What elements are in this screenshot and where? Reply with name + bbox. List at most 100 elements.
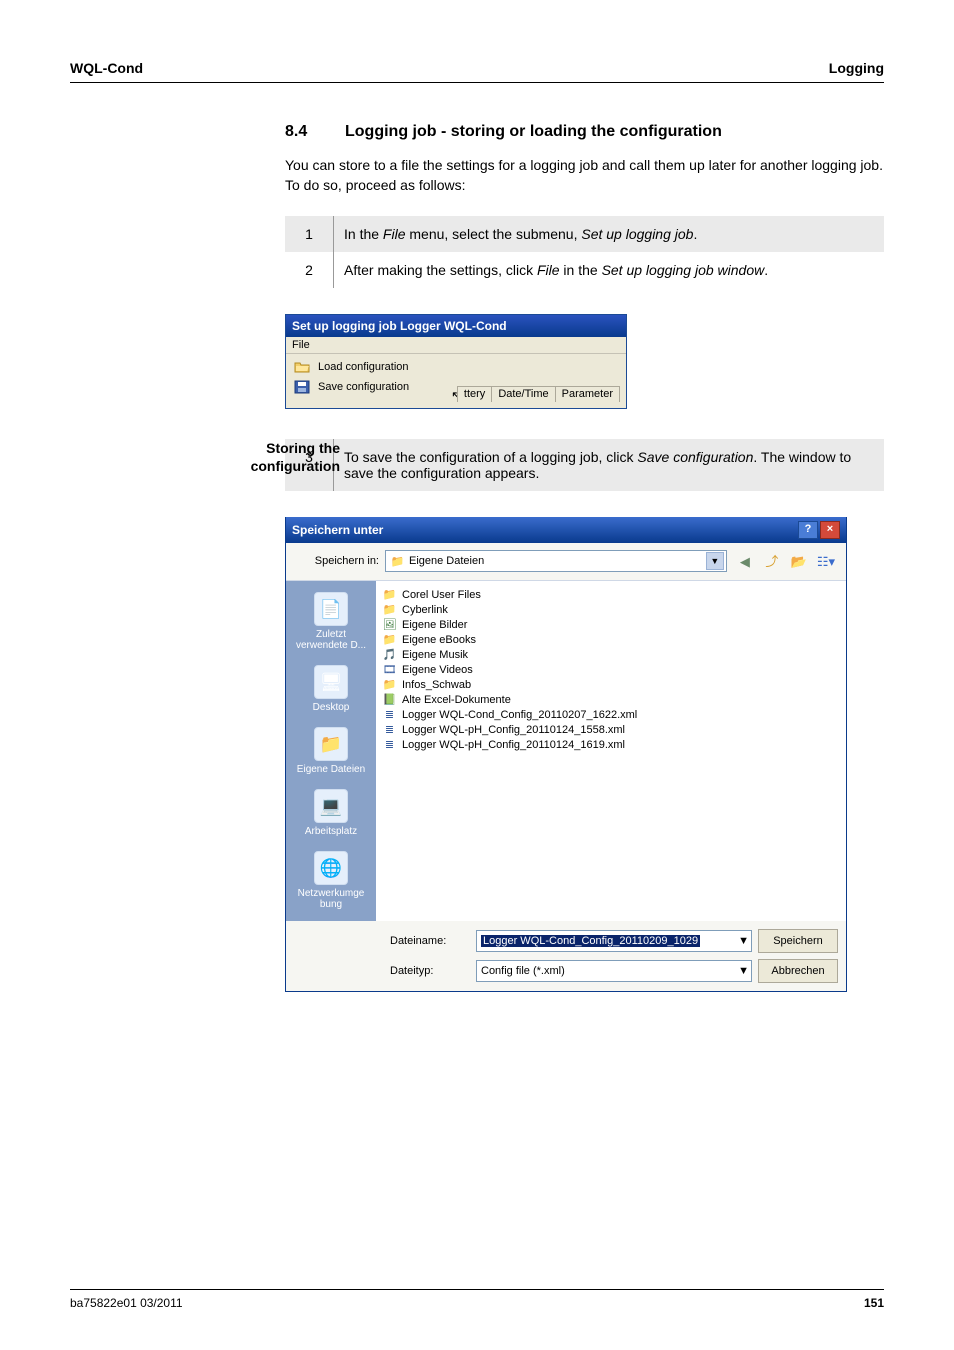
list-item[interactable]: ≣Logger WQL-pH_Config_20110124_1619.xml: [382, 737, 840, 752]
file-name: Alte Excel-Dokumente: [402, 694, 511, 706]
file-name: Eigene Videos: [402, 664, 473, 676]
list-item[interactable]: ≣ Logger WQL-pH_Config_20110124_1558.xml: [382, 722, 840, 737]
excel-folder-icon: 📗: [382, 693, 397, 706]
load-configuration-item[interactable]: Load configuration: [290, 358, 622, 376]
list-item[interactable]: 📁 Corel User Files: [382, 587, 840, 602]
steps-table-b: 3 To save the configuration of a logging…: [285, 439, 884, 491]
file-name: Corel User Files: [402, 589, 481, 601]
folder-icon: 📁: [382, 678, 397, 691]
list-item[interactable]: 🎞 Eigene Videos: [382, 662, 840, 677]
folder-icon: 📁: [382, 588, 397, 601]
file-list-pane[interactable]: 📁 Corel User Files 📁 Cyberlink 🖼Eigene Bil…: [376, 581, 846, 921]
list-item[interactable]: 📁Eigene eBooks: [382, 632, 840, 647]
pictures-folder-icon: 🖼: [382, 618, 397, 631]
step-text-part: In the: [344, 226, 383, 242]
step-text: To save the configuration of a logging j…: [334, 439, 885, 491]
place-recent[interactable]: 📄 Zuletzt verwendete D...: [291, 587, 371, 656]
up-icon[interactable]: ⤴: [760, 549, 784, 573]
section-title-text: Logging job - storing or loading the con…: [345, 123, 722, 140]
menu-bar: File: [286, 337, 626, 354]
folder-icon: 📁: [390, 555, 405, 568]
recent-icon: 📄: [314, 592, 348, 626]
filetype-value: Config file (*.xml): [481, 965, 565, 977]
views-icon[interactable]: ☷▾: [814, 550, 838, 574]
tab-datetime[interactable]: Date/Time: [491, 386, 555, 402]
header-right: Logging: [829, 60, 884, 76]
file-name: Logger WQL-Cond_Config_20110207_1622.xml: [402, 709, 637, 721]
step-text-part: .: [764, 262, 768, 278]
file-name: Infos_Schwab: [402, 679, 471, 691]
file-menu[interactable]: File: [292, 339, 310, 351]
xml-file-icon: ≣: [382, 723, 397, 736]
place-label: Desktop: [292, 702, 370, 713]
tab-parameter[interactable]: Parameter: [555, 386, 620, 402]
step-text-italic: Save configuration: [637, 449, 753, 465]
help-button[interactable]: ?: [798, 521, 818, 539]
chevron-down-icon[interactable]: ▼: [706, 552, 724, 570]
save-button[interactable]: Speichern: [758, 929, 838, 953]
places-bar: 📄 Zuletzt verwendete D... 🖥 Desktop 📁 Ei…: [286, 581, 376, 921]
close-button[interactable]: ×: [820, 521, 840, 539]
step-text: After making the settings, click File in…: [334, 252, 885, 288]
filename-input[interactable]: Logger WQL-Cond_Config_20110209_1029 ▼: [476, 930, 752, 952]
section-heading: 8.4Logging job - storing or loading the …: [285, 123, 884, 141]
folder-icon: 📁: [382, 603, 397, 616]
step-text-italic: Set up logging job window: [602, 262, 765, 278]
lookin-value: Eigene Dateien: [409, 555, 484, 567]
documents-icon: 📁: [314, 727, 348, 761]
place-label: bung: [292, 899, 370, 910]
back-icon[interactable]: ◀: [733, 550, 757, 574]
chevron-down-icon[interactable]: ▼: [738, 935, 749, 947]
step-text-part: After making the settings, click: [344, 262, 537, 278]
folder-open-icon: [294, 360, 310, 374]
lookin-combo[interactable]: 📁 Eigene Dateien ▼: [385, 550, 727, 572]
lookin-label: Speichern in:: [294, 555, 379, 567]
place-label: Eigene Dateien: [292, 764, 370, 775]
xml-file-icon: ≣: [382, 738, 397, 751]
filename-value: Logger WQL-Cond_Config_20110209_1029: [481, 935, 700, 947]
step-text-part: in the: [560, 262, 602, 278]
chevron-down-icon[interactable]: ▼: [738, 965, 749, 977]
side-label-line2: configuration: [251, 458, 340, 474]
place-label: Zuletzt: [292, 629, 370, 640]
step-number: 1: [285, 216, 334, 252]
place-mydocs[interactable]: 📁 Eigene Dateien: [291, 722, 371, 780]
list-item[interactable]: 🖼Eigene Bilder: [382, 617, 840, 632]
list-item[interactable]: 📁 Infos_Schwab: [382, 677, 840, 692]
place-computer[interactable]: 💻 Arbeitsplatz: [291, 784, 371, 842]
file-name: Eigene eBooks: [402, 634, 476, 646]
menu-item-label: Save configuration: [318, 381, 409, 393]
place-network[interactable]: 🌐 Netzwerkumge bung: [291, 846, 371, 915]
step-text: In the File menu, select the submenu, Se…: [334, 216, 885, 252]
computer-icon: 💻: [314, 789, 348, 823]
side-label-line1: Storing the: [266, 440, 340, 456]
logging-job-window: Set up logging job Logger WQL-Cond File …: [285, 314, 627, 409]
new-folder-icon[interactable]: 📂: [787, 550, 811, 574]
footer-left: ba75822e01 03/2011: [70, 1296, 183, 1310]
list-item[interactable]: 🎵 Eigene Musik: [382, 647, 840, 662]
filetype-combo[interactable]: Config file (*.xml) ▼: [476, 960, 752, 982]
file-name: Logger WQL-pH_Config_20110124_1558.xml: [402, 724, 625, 736]
step-text-part: .: [693, 226, 697, 242]
videos-folder-icon: 🎞: [382, 663, 397, 676]
step-text-part: To save the configuration of a logging j…: [344, 449, 637, 465]
step-text-italic: Set up logging job: [581, 226, 693, 242]
place-label: Arbeitsplatz: [292, 826, 370, 837]
place-desktop[interactable]: 🖥 Desktop: [291, 660, 371, 718]
xml-file-icon: ≣: [382, 708, 397, 721]
list-item[interactable]: 📁 Cyberlink: [382, 602, 840, 617]
network-icon: 🌐: [314, 851, 348, 885]
tab-ttery[interactable]: ttery: [457, 386, 492, 402]
window-title: Set up logging job Logger WQL-Cond: [286, 315, 626, 337]
save-dialog: Speichern unter ? × Speichern in: 📁 Eige…: [285, 517, 847, 993]
dialog-title: Speichern unter: [292, 523, 383, 537]
steps-table-a: 1 In the File menu, select the submenu, …: [285, 216, 884, 288]
music-folder-icon: 🎵: [382, 648, 397, 661]
list-item[interactable]: 📗 Alte Excel-Dokumente: [382, 692, 840, 707]
file-name: Cyberlink: [402, 604, 448, 616]
step-text-part: menu, select the submenu,: [405, 226, 581, 242]
list-item[interactable]: ≣ Logger WQL-Cond_Config_20110207_1622.xm…: [382, 707, 840, 722]
file-name: Eigene Musik: [402, 649, 468, 661]
cancel-button[interactable]: Abbrechen: [758, 959, 838, 983]
place-label: Netzwerkumge: [292, 888, 370, 899]
